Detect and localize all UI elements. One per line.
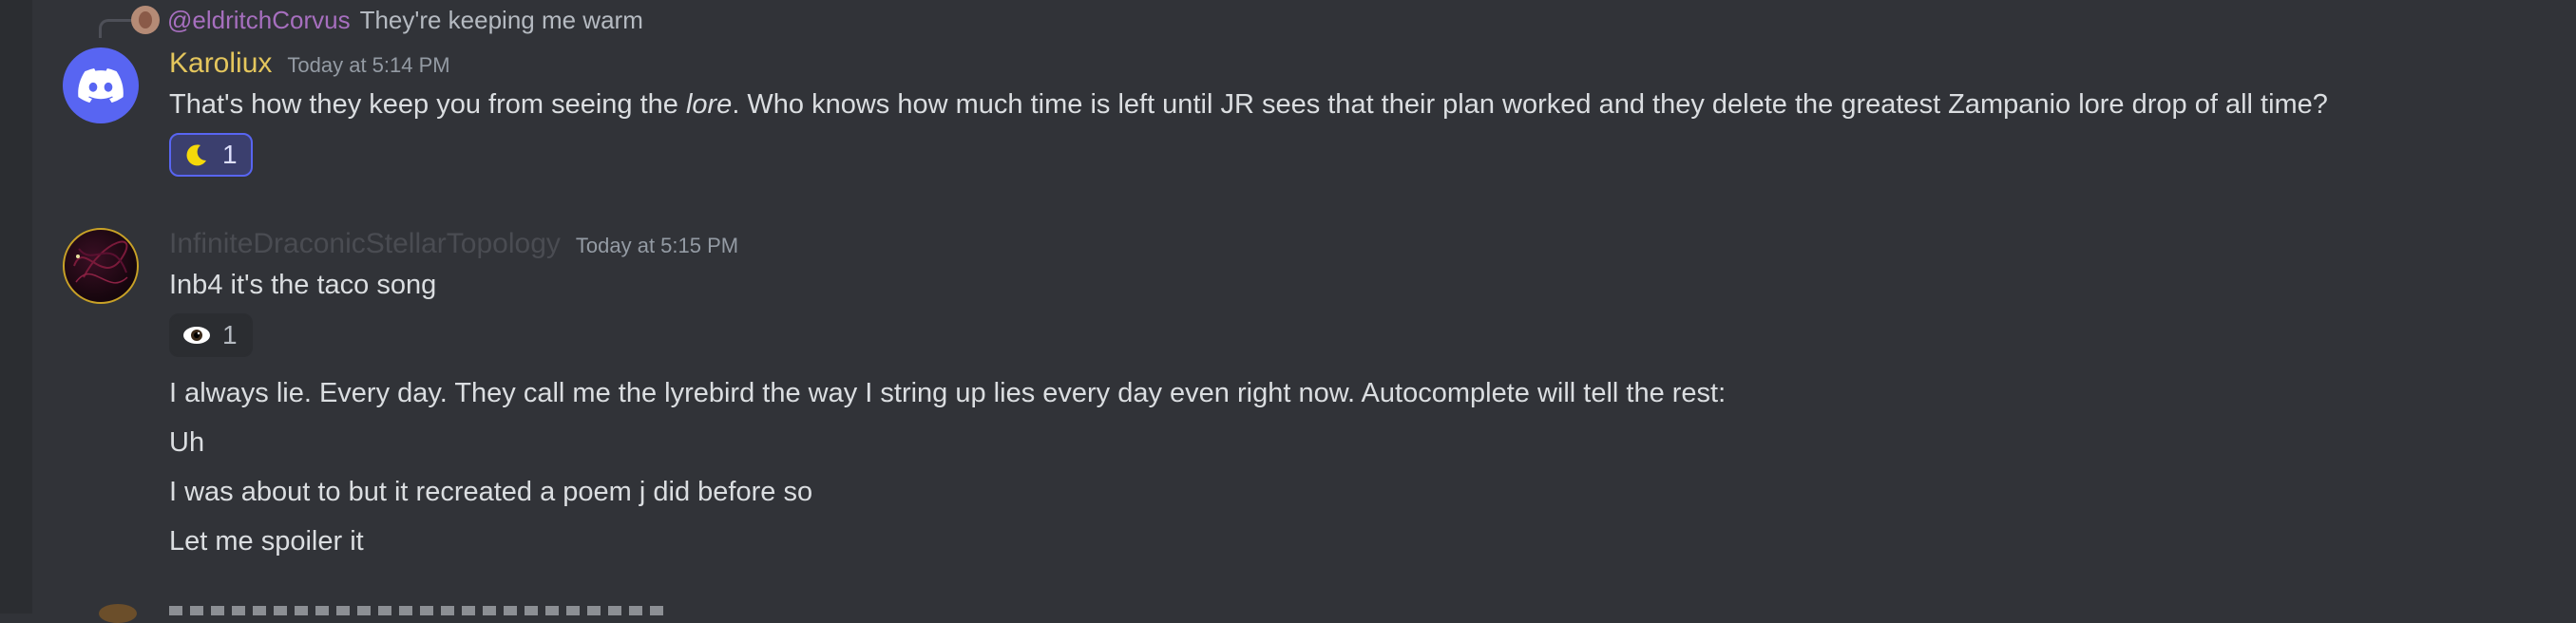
crescent-moon-icon (182, 141, 211, 169)
timestamp[interactable]: Today at 5:14 PM (287, 53, 449, 78)
server-sidebar-edge (0, 0, 32, 614)
avatar[interactable] (63, 47, 139, 123)
reply-username[interactable]: @eldritchCorvus (167, 6, 351, 35)
message-text: I always lie. Every day. They call me th… (169, 378, 1727, 408)
username[interactable]: InfiniteDraconicStellarTopology (169, 228, 561, 260)
reaction-count: 1 (222, 320, 238, 349)
message-text: . Who knows how much time is left until … (732, 89, 2328, 120)
topology-pattern-icon (73, 240, 128, 284)
reply-preview[interactable]: @eldritchCorvus They're keeping me warm (131, 4, 643, 36)
next-message-avatar[interactable] (99, 604, 137, 623)
message-content: That's how they keep you from seeing the… (169, 89, 2328, 121)
username[interactable]: Karoliux (169, 47, 272, 80)
discord-logo-icon (78, 68, 124, 103)
timestamp[interactable]: Today at 5:15 PM (576, 234, 738, 258)
message-text: Inb4 it's the taco song (169, 270, 437, 300)
avatar[interactable] (63, 228, 139, 304)
reaction-count: 1 (222, 140, 238, 169)
eye-icon (182, 321, 211, 349)
message-text-emphasis: lore (685, 89, 733, 120)
message-text: Uh (169, 427, 205, 458)
reply-avatar[interactable] (131, 6, 160, 34)
message-header: InfiniteDraconicStellarTopology Today at… (169, 228, 738, 260)
message-header: Karoliux Today at 5:14 PM (169, 47, 450, 80)
message-text: I was about to but it recreated a poem j… (169, 477, 813, 507)
message-text: Let me spoiler it (169, 526, 364, 557)
reaction-button[interactable]: 1 (169, 133, 253, 177)
message-list: @eldritchCorvus They're keeping me warm … (32, 0, 2576, 623)
reply-text[interactable]: They're keeping me warm (360, 6, 643, 35)
reaction-button[interactable]: 1 (169, 313, 253, 357)
next-message-header (169, 606, 663, 615)
message-text: That's how they keep you from seeing the (169, 89, 686, 120)
